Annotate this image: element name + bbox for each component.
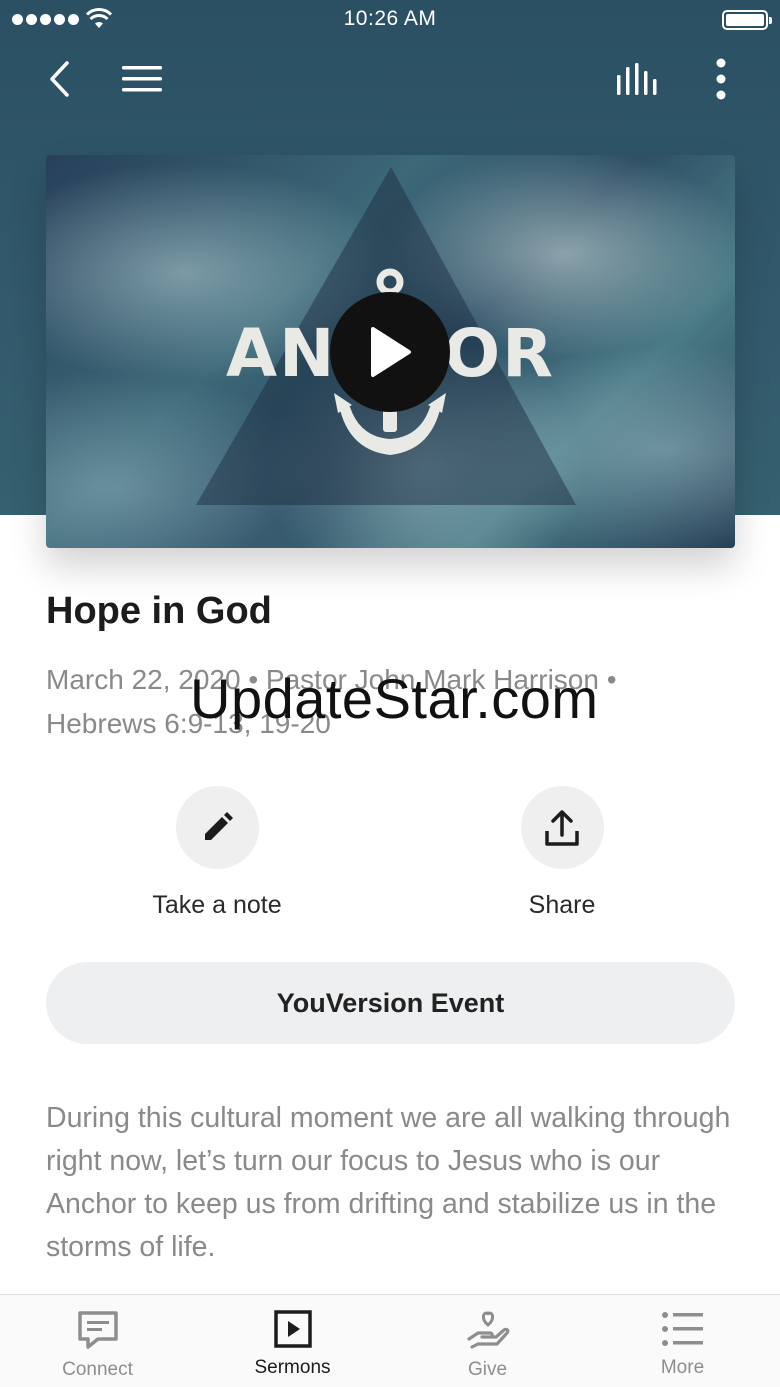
hamburger-menu-icon [122,66,162,92]
back-button[interactable] [34,54,84,104]
chevron-left-icon [50,61,69,97]
more-options-button[interactable] [696,54,746,104]
hand-heart-icon [466,1311,509,1349]
sermon-title: Hope in God [46,590,272,632]
tab-more[interactable]: More [585,1295,780,1387]
sermon-description: During this cultural moment we are all w… [46,1102,731,1263]
share-label: Share [528,891,596,919]
tab-bar: Connect Sermons Give More [0,1294,780,1387]
share-button[interactable]: Share [462,786,662,920]
tab-sermons[interactable]: Sermons [195,1295,390,1387]
list-icon [661,1312,703,1346]
video-play-icon [273,1310,312,1348]
menu-button[interactable] [117,54,167,104]
status-time: 10:26 AM [343,7,437,30]
tab-label: Connect [62,1359,133,1380]
watermark-text: UpdateStar.com [190,667,599,730]
sermon-video[interactable]: ANCHOR [46,155,735,548]
tab-label: Sermons [254,1357,331,1378]
take-note-button[interactable]: Take a note [117,786,317,920]
play-icon [371,327,411,377]
share-upload-icon [545,809,579,846]
audio-button[interactable] [612,54,662,104]
status-bar: 10:26 AM [0,0,780,40]
share-circle[interactable] [520,786,604,869]
tab-label: Give [467,1359,508,1380]
take-note-label: Take a note [152,891,282,919]
audio-bars-icon [617,63,657,95]
message-icon [77,1311,118,1349]
youversion-event-button[interactable]: YouVersion Event [46,962,735,1044]
tab-connect[interactable]: Connect [0,1295,195,1387]
tab-label: More [660,1357,705,1378]
battery-icon [722,10,772,30]
play-button[interactable] [330,292,450,412]
more-vertical-icon [716,58,726,100]
pencil-icon [205,811,233,840]
take-note-circle[interactable] [175,786,259,869]
tab-give[interactable]: Give [390,1295,585,1387]
